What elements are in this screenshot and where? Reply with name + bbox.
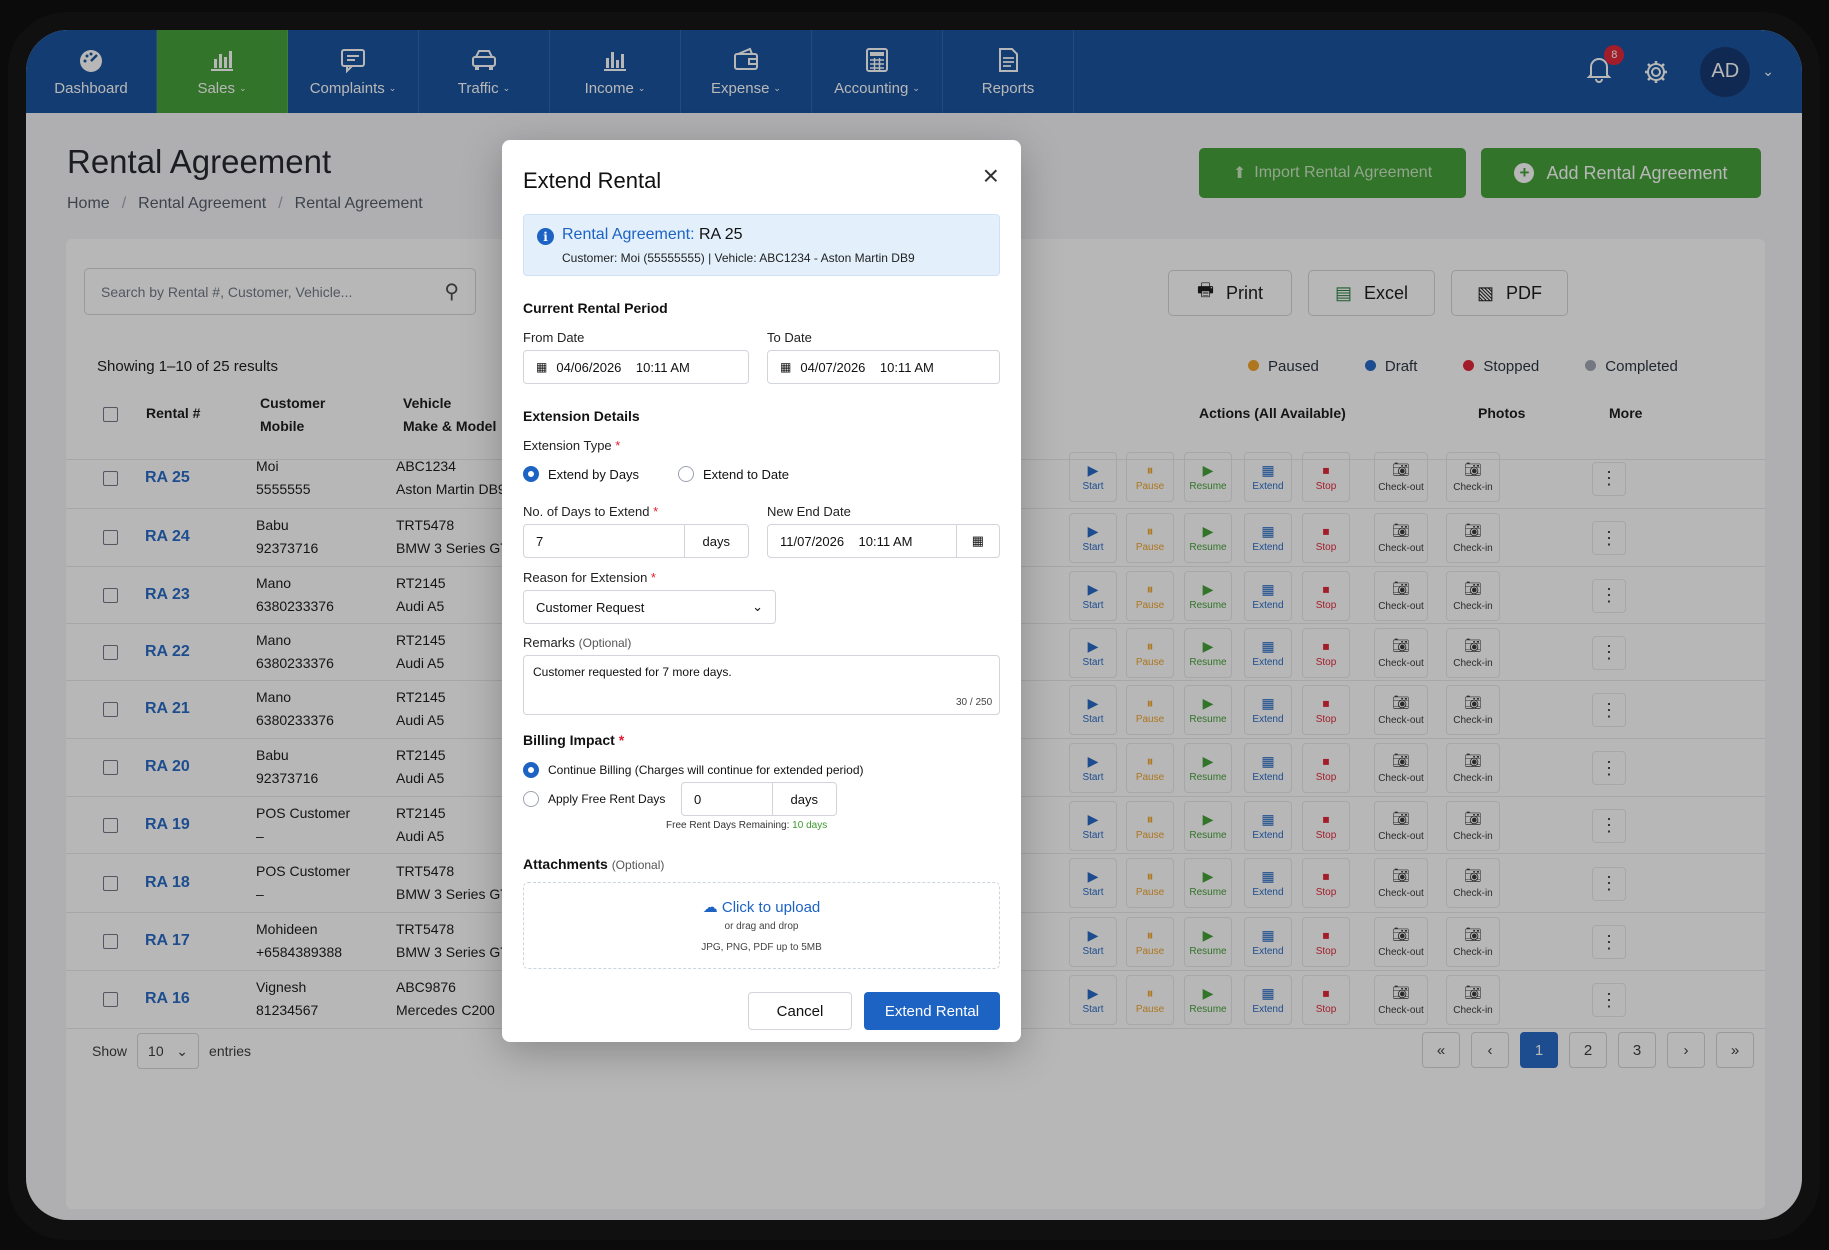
remarks-textarea[interactable]: Customer requested for 7 more days. — [523, 655, 1000, 715]
days-input[interactable]: 7 days — [523, 524, 749, 558]
upload-hint: or drag and drop — [724, 921, 799, 932]
upload-types: JPG, PNG, PDF up to 5MB — [701, 942, 822, 953]
reason-label: Reason for Extension * — [523, 570, 656, 585]
extension-type-label: Extension Type * — [523, 438, 621, 453]
from-date-field[interactable]: ▦ 04/06/2026 10:11 AM — [523, 350, 749, 384]
chevron-down-icon: ⌄ — [752, 599, 763, 614]
continue-billing-radio[interactable]: Continue Billing (Charges will continue … — [523, 762, 864, 778]
file-upload-dropzone[interactable]: ☁ Click to upload or drag and drop JPG, … — [523, 882, 1000, 969]
from-date-label: From Date — [523, 330, 585, 345]
info-subtitle: Customer: Moi (55555555) | Vehicle: ABC1… — [562, 251, 915, 265]
current-period-heading: Current Rental Period — [523, 300, 668, 316]
app-screen: Dashboard Sales ⌄ Complaints ⌄ Traffic ⌄ In… — [26, 30, 1802, 1220]
info-icon: i — [537, 228, 554, 245]
reason-select[interactable]: Customer Request ⌄ — [523, 590, 776, 624]
attachments-heading: Attachments (Optional) — [523, 856, 665, 872]
cancel-button[interactable]: Cancel — [748, 992, 852, 1030]
extend-rental-modal: Extend Rental × i Rental Agreement: RA 2… — [502, 140, 1021, 1042]
extend-to-date-radio[interactable]: Extend to Date — [678, 466, 789, 482]
info-title: Rental Agreement: RA 25 — [562, 226, 743, 243]
extend-rental-button[interactable]: Extend Rental — [864, 992, 1000, 1030]
free-days-remaining: Free Rent Days Remaining: 10 days — [666, 820, 828, 831]
calendar-icon[interactable]: ▦ — [955, 525, 999, 557]
free-rent-days-radio[interactable]: Apply Free Rent Days — [523, 791, 665, 807]
calendar-icon: ▦ — [536, 360, 548, 374]
remarks-label: Remarks (Optional) — [523, 635, 632, 650]
new-end-date-label: New End Date — [767, 504, 851, 519]
free-days-input[interactable]: 0 days — [681, 782, 837, 816]
upload-link[interactable]: ☁ Click to upload — [524, 898, 999, 916]
to-date-field[interactable]: ▦ 04/07/2026 10:11 AM — [767, 350, 1000, 384]
billing-impact-heading: Billing Impact * — [523, 732, 625, 748]
cloud-upload-icon: ☁ — [702, 899, 718, 916]
extension-details-heading: Extension Details — [523, 408, 640, 424]
close-icon[interactable]: × — [983, 160, 999, 192]
remarks-counter: 30 / 250 — [956, 697, 993, 708]
calendar-icon: ▦ — [780, 360, 792, 374]
device-frame: Dashboard Sales ⌄ Complaints ⌄ Traffic ⌄ In… — [8, 12, 1820, 1240]
new-end-date-field[interactable]: 11/07/2026 10:11 AM ▦ — [767, 524, 1000, 558]
modal-title: Extend Rental — [523, 168, 662, 193]
days-label: No. of Days to Extend * — [523, 504, 659, 519]
extend-by-days-radio[interactable]: Extend by Days — [523, 466, 639, 482]
to-date-label: To Date — [767, 330, 812, 345]
rental-info-banner: i Rental Agreement: RA 25 Customer: Moi … — [523, 214, 1000, 276]
